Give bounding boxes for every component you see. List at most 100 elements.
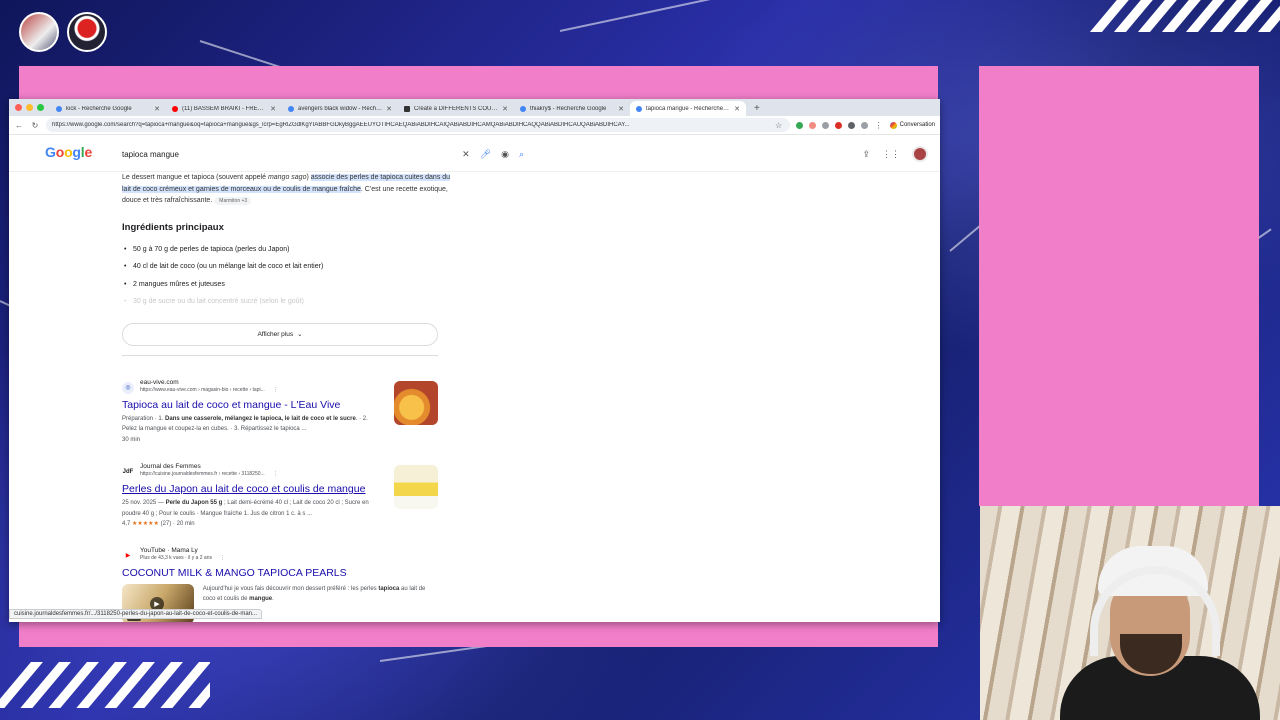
tab-title: (11) BASSEM BRAIKI - FREESTYLE xyxy=(182,105,266,112)
more-options-icon[interactable]: ⋮ xyxy=(273,471,278,477)
window-controls xyxy=(9,99,50,116)
channel-logo xyxy=(67,12,107,52)
tab-favicon-icon xyxy=(172,105,178,112)
close-tab-icon[interactable]: ✕ xyxy=(270,105,276,113)
browser-tab[interactable]: Create a DIFFERENTS COUSCOUS ✕ xyxy=(398,101,514,116)
gemini-icon xyxy=(889,121,897,129)
tab-title: avengers black widow - Recherche xyxy=(298,105,383,112)
ai-overview-snippet: Le dessert mangue et tapioca (souvent ap… xyxy=(122,174,451,205)
tab-favicon-icon xyxy=(404,105,410,112)
browser-tab[interactable]: thiakry$ - Recherche Google ✕ xyxy=(514,101,630,116)
result-url: https://www.eau-vive.com › magasin-bio ›… xyxy=(140,386,265,393)
google-logo[interactable]: Google xyxy=(45,144,92,160)
result-site-name: YouTube · Mama Ly xyxy=(140,546,198,554)
new-tab-icon[interactable]: + xyxy=(746,101,768,116)
close-tab-icon[interactable]: ✕ xyxy=(502,105,508,113)
result-title-link[interactable]: Tapioca au lait de coco et mangue - L'Ea… xyxy=(122,399,438,412)
profile-icon[interactable] xyxy=(860,121,868,129)
clear-icon[interactable]: ✕ xyxy=(462,149,470,160)
result-meta: 20 min xyxy=(176,521,195,527)
more-menu-icon[interactable]: ⋮ xyxy=(874,121,884,130)
back-icon[interactable]: ← xyxy=(14,121,24,130)
more-options-icon[interactable]: ⋮ xyxy=(220,555,225,561)
decor-stripes-top-right xyxy=(1080,0,1280,32)
browser-tab[interactable]: kick - Recherche Google ✕ xyxy=(50,101,166,116)
tab-favicon-icon xyxy=(288,105,294,112)
search-result: JdF Journal des Femmes https://cuisine.j… xyxy=(122,463,438,530)
conversation-button[interactable]: Conversation xyxy=(889,121,935,129)
result-meta: 30 min xyxy=(122,436,141,443)
list-item: 40 cl de lait de coco (ou un mélange lai… xyxy=(124,258,452,276)
search-icon[interactable]: ⌕ xyxy=(519,149,524,160)
result-thumbnail[interactable] xyxy=(394,465,438,509)
close-tab-icon[interactable]: ✕ xyxy=(618,105,624,113)
lens-icon[interactable]: ◉ xyxy=(501,149,509,160)
tab-title: tapioca mangue - Recherche Google xyxy=(646,105,730,112)
site-favicon-icon: ◎ xyxy=(122,381,134,394)
url-text: https://www.google.com/search?q=tapioca+… xyxy=(52,122,630,128)
result-url: https://cuisine.journaldesfemmes.fr › re… xyxy=(140,471,265,477)
close-window-button[interactable] xyxy=(15,104,22,111)
browser-toolbar: ← ↻ https://www.google.com/search?q=tapi… xyxy=(9,116,940,135)
microphone-icon[interactable]: 🎤︎ xyxy=(480,149,491,160)
source-chip[interactable]: Marmiton +3 xyxy=(215,197,252,205)
more-options-icon[interactable]: ⋮ xyxy=(273,387,278,393)
show-more-button[interactable]: Afficher plus ⌄ xyxy=(122,322,438,346)
tab-favicon-icon xyxy=(56,105,62,112)
result-description: Préparation · 1. Dans une casserole, mél… xyxy=(122,415,368,443)
result-thumbnail[interactable] xyxy=(394,380,438,425)
minimize-window-button[interactable] xyxy=(26,104,33,111)
rating-value: 4,7 xyxy=(122,521,131,527)
result-site-name: eau-vive.com xyxy=(140,378,179,386)
bookmark-star-icon[interactable]: ☆ xyxy=(774,121,784,130)
account-avatar[interactable] xyxy=(912,146,928,162)
extension-icon[interactable] xyxy=(821,121,829,129)
extension-icon[interactable] xyxy=(847,121,855,129)
share-icon[interactable]: ⇪ xyxy=(862,149,870,160)
streamer-avatar xyxy=(19,12,59,52)
tab-title: thiakry$ - Recherche Google xyxy=(530,105,607,112)
show-more-label: Afficher plus xyxy=(257,330,294,338)
extension-icon[interactable] xyxy=(834,121,842,129)
search-result: ◎ eau-vive.com https://www.eau-vive.com … xyxy=(122,379,438,446)
list-item: 30 g de sucre ou du lait concentré sucré… xyxy=(124,293,452,311)
browser-tab[interactable]: avengers black widow - Recherche ✕ xyxy=(282,101,398,116)
youtube-icon: ▶ xyxy=(122,549,134,562)
close-tab-icon[interactable]: ✕ xyxy=(734,105,740,113)
site-favicon-icon: JdF xyxy=(122,466,134,478)
list-item: 50 g à 70 g de perles de tapioca (perles… xyxy=(124,241,452,259)
browser-window: kick - Recherche Google ✕ (11) BASSEM BR… xyxy=(9,99,940,622)
tab-favicon-icon xyxy=(636,105,642,112)
browser-tab[interactable]: (11) BASSEM BRAIKI - FREESTYLE ✕ xyxy=(166,101,282,116)
extension-icon[interactable] xyxy=(808,121,816,129)
result-title-link[interactable]: Perles du Japon au lait de coco et couli… xyxy=(122,483,438,496)
rating-stars: ★★★★★ xyxy=(132,521,159,527)
tab-favicon-icon xyxy=(520,105,526,112)
result-description: 25 nov. 2025 — Perle du Japon 55 g ; Lai… xyxy=(122,500,369,527)
list-item: 2 mangues mûres et juteuses xyxy=(124,276,452,294)
apps-grid-icon[interactable]: ⋮⋮ xyxy=(882,149,900,160)
close-tab-icon[interactable]: ✕ xyxy=(154,105,160,113)
tab-title: Create a DIFFERENTS COUSCOUS xyxy=(414,105,498,112)
browser-tab-active[interactable]: tapioca mangue - Recherche Google ✕ xyxy=(630,101,746,116)
chevron-down-icon: ⌄ xyxy=(297,331,303,338)
extension-icon[interactable] xyxy=(795,121,803,129)
result-url: Plus de 43,3 k vues · il y a 2 ans xyxy=(140,554,212,561)
search-query-text: tapioca mangue xyxy=(122,149,179,159)
maximize-window-button[interactable] xyxy=(37,104,44,111)
header-actions: ⇪ ⋮⋮ xyxy=(862,146,928,162)
ingredients-list: 50 g à 70 g de perles de tapioca (perles… xyxy=(122,241,452,311)
result-title-link[interactable]: COCONUT MILK & MANGO TAPIOCA PEARLS xyxy=(122,567,438,580)
tab-title: kick - Recherche Google xyxy=(66,105,132,112)
divider xyxy=(122,354,438,356)
tab-strip: kick - Recherche Google ✕ (11) BASSEM BR… xyxy=(9,99,940,116)
close-tab-icon[interactable]: ✕ xyxy=(386,105,392,113)
search-results: Le dessert mangue et tapioca (souvent ap… xyxy=(122,172,452,622)
webcam-feed xyxy=(980,506,1280,720)
ingredients-heading: Ingrédients principaux xyxy=(122,221,224,233)
reload-icon[interactable]: ↻ xyxy=(30,121,40,130)
address-bar[interactable]: https://www.google.com/search?q=tapioca+… xyxy=(46,118,790,132)
side-panel xyxy=(979,66,1259,506)
search-input[interactable]: tapioca mangue ✕ 🎤︎ ◉ ⌕ xyxy=(113,142,533,166)
review-count: (27) xyxy=(160,521,172,527)
